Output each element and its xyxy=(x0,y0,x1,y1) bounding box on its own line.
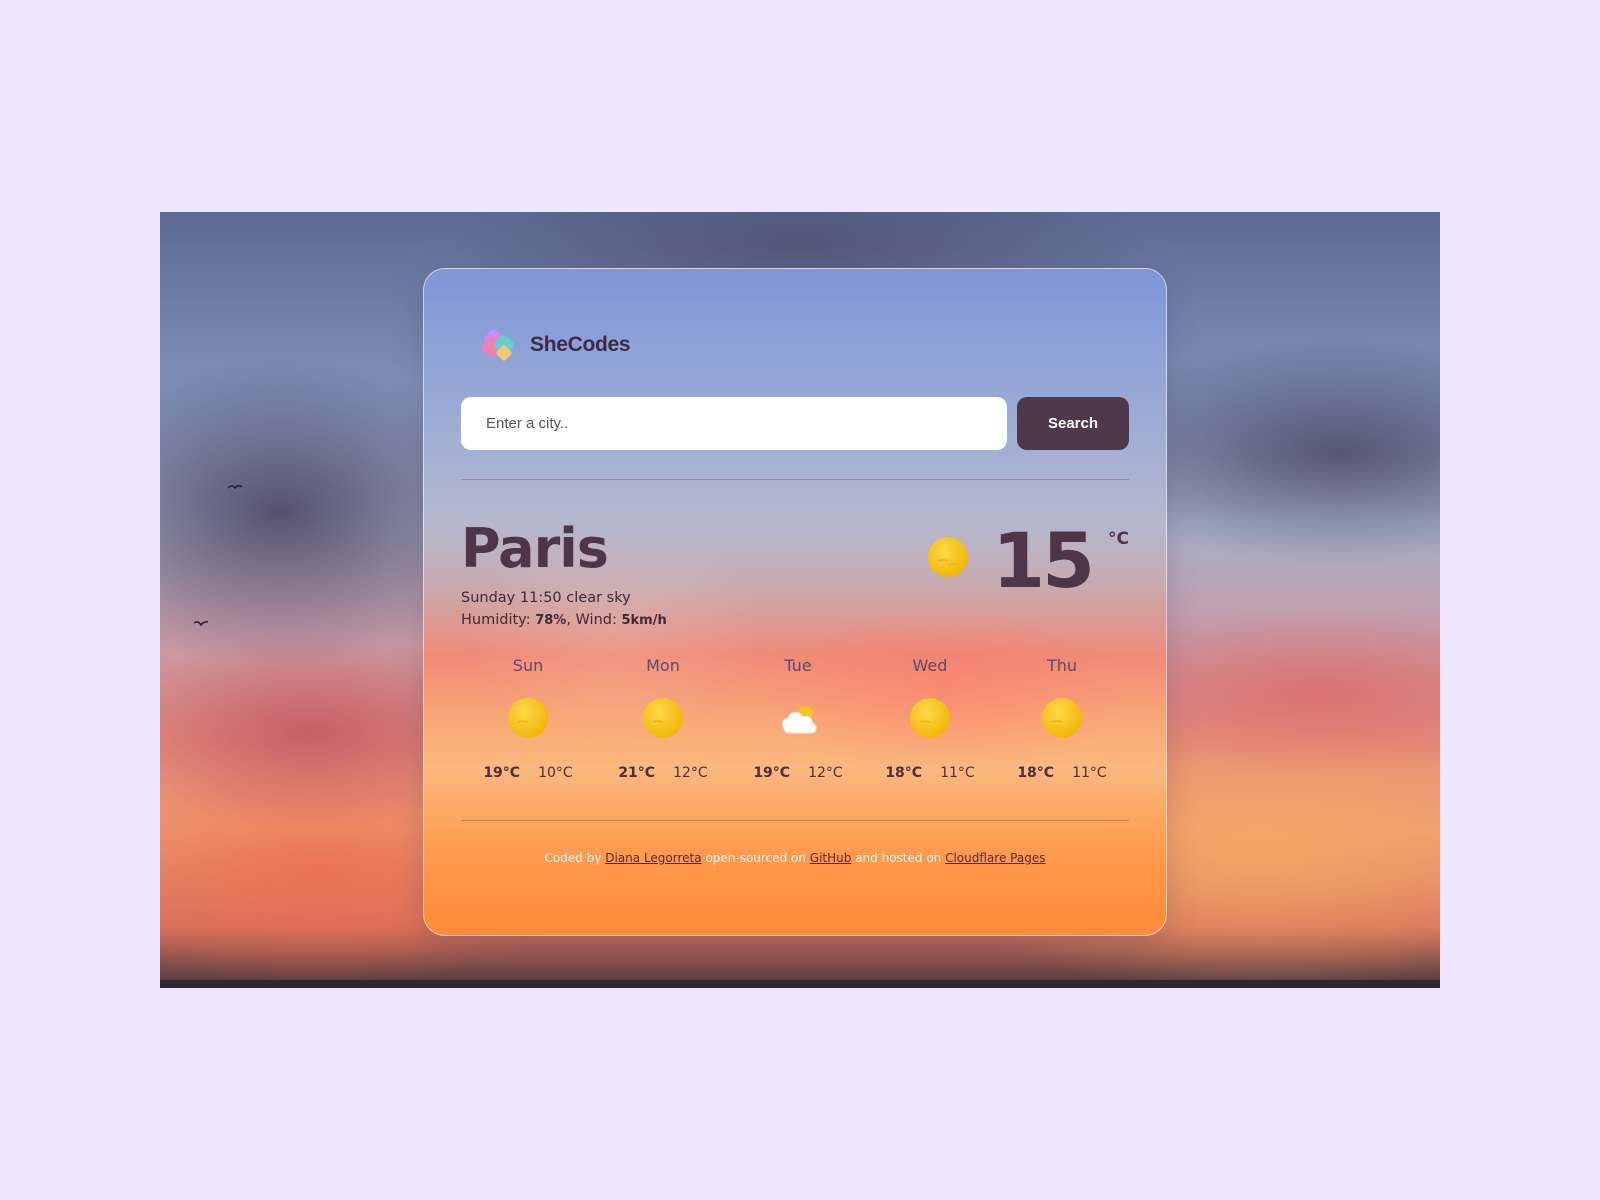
forecast-day: Wed 18°C 11°C xyxy=(865,655,995,781)
shecodes-logo[interactable]: SheCodes xyxy=(480,325,631,365)
divider-bottom xyxy=(461,820,1129,821)
sun-icon xyxy=(508,698,548,738)
forecast-min: 10°C xyxy=(538,765,573,781)
search-form: Search xyxy=(461,397,1129,450)
search-button[interactable]: Search xyxy=(1017,397,1129,450)
current-temperature: 15 °C xyxy=(926,521,1129,601)
horizon-line xyxy=(160,980,1440,988)
sun-icon xyxy=(928,537,969,577)
forecast-max: 19°C xyxy=(483,765,521,781)
forecast-max: 18°C xyxy=(885,765,923,781)
forecast-day-name: Wed xyxy=(912,656,948,675)
forecast-min: 12°C xyxy=(808,765,843,781)
github-link[interactable]: GitHub xyxy=(810,851,852,865)
footer: Coded by Diana Legorreta open-sourced on… xyxy=(424,851,1166,865)
forecast-min: 12°C xyxy=(673,765,708,781)
forecast-max: 19°C xyxy=(753,765,791,781)
forecast-min: 11°C xyxy=(940,765,975,781)
cloud-sun-icon xyxy=(781,706,817,734)
forecast-day-name: Tue xyxy=(784,656,812,675)
city-search-input[interactable] xyxy=(461,397,1007,450)
current-day: Sunday xyxy=(461,590,516,606)
brand-name: SheCodes xyxy=(530,333,631,356)
cloudflare-link[interactable]: Cloudflare Pages xyxy=(945,851,1045,865)
footer-hosted: and hosted on xyxy=(855,851,942,865)
divider-top xyxy=(461,479,1129,480)
weather-card: SheCodes Search Paris Sunday 11:50 clear… xyxy=(423,268,1167,936)
sun-icon xyxy=(910,698,950,738)
wind-value: 5km/h xyxy=(621,613,667,628)
city-name: Paris xyxy=(461,517,609,580)
author-link[interactable]: Diana Legorreta xyxy=(605,851,701,865)
forecast-min: 11°C xyxy=(1072,765,1107,781)
wind-label: Wind: xyxy=(575,612,617,628)
forecast-day-name: Sun xyxy=(512,656,544,675)
forecast-max: 18°C xyxy=(1017,765,1055,781)
footer-open-sourced: open-sourced on xyxy=(705,851,806,865)
temperature-unit: °C xyxy=(1108,529,1129,549)
forecast: Sun 19°C 10°C Mon 21°C 12°C Tue 19°C 12°… xyxy=(461,655,1129,805)
bird-icon xyxy=(228,484,242,490)
footer-coded-by: Coded by xyxy=(544,851,602,865)
forecast-day: Sun 19°C 10°C xyxy=(463,655,593,781)
forecast-max: 21°C xyxy=(618,765,656,781)
forecast-day-name: Thu xyxy=(1046,656,1078,675)
current-time: 11:50 xyxy=(519,590,562,606)
forecast-day-name: Mon xyxy=(646,656,680,675)
sun-icon xyxy=(1042,698,1082,738)
shecodes-logo-icon xyxy=(481,328,515,361)
temperature-value: 15 xyxy=(992,516,1095,605)
humidity-value: 78% xyxy=(535,613,567,628)
forecast-day: Mon 21°C 12°C xyxy=(598,655,728,781)
forecast-day: Tue 19°C 12°C xyxy=(733,655,863,781)
weather-description: clear sky xyxy=(566,590,631,606)
date-description-line: Sunday 11:50 clear sky xyxy=(461,587,667,609)
humidity-wind-line: Humidity: 78%, Wind: 5km/h xyxy=(461,612,667,628)
humidity-label: Humidity: xyxy=(461,612,531,628)
weather-details: Sunday 11:50 clear sky Humidity: 78%, Wi… xyxy=(461,587,667,632)
forecast-day: Thu 18°C 11°C xyxy=(997,655,1127,781)
bird-icon xyxy=(194,621,208,626)
sun-icon xyxy=(643,698,683,738)
